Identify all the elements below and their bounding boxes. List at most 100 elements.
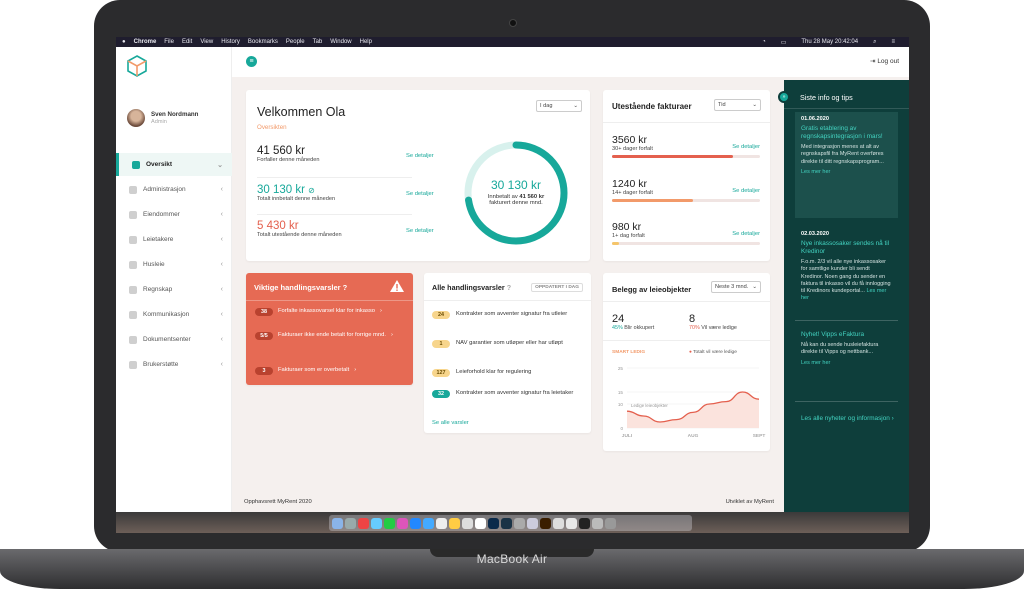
important-title: Viktige handlingsvarsler ? — [254, 283, 347, 292]
vacant-label: Vil være ledige — [701, 325, 737, 331]
clock[interactable]: Thu 28 May 20:42:04 — [801, 39, 858, 46]
preview-icon[interactable] — [527, 517, 538, 529]
updated-tag: OPPDATERT I DAG — [531, 283, 583, 292]
invoices-title: Utestående fakturaer — [612, 102, 692, 111]
invoice-bar — [612, 242, 760, 245]
details-link[interactable]: Se detaljer — [732, 231, 760, 237]
sidebar-item-eiendommer[interactable]: Eiendommer ‹ — [116, 203, 232, 226]
sidebar-item-dokumentsenter[interactable]: Dokumentsenter ‹ — [116, 328, 232, 351]
news-item[interactable]: Nyhet! Vipps eFaktura Nå kan du sende hu… — [795, 324, 898, 371]
see-all-alerts-link[interactable]: Se alle varsler — [432, 420, 469, 426]
myrent-logo-icon[interactable] — [127, 55, 147, 77]
menu-item[interactable]: Edit — [182, 39, 192, 45]
alert-item[interactable]: 1 NAV garantier som utløper eller har utl… — [432, 340, 583, 348]
due-label: Forfaller denne måneden — [257, 157, 320, 163]
image-capture-icon[interactable] — [553, 517, 564, 529]
help-icon[interactable]: ? — [343, 283, 348, 292]
trash-icon[interactable] — [605, 517, 616, 529]
alert-item-text: Kontrakter som avventer signatur fra lei… — [456, 390, 574, 396]
folder-icon[interactable] — [566, 517, 577, 529]
sidebar-item-leietakere[interactable]: Leietakere ‹ — [116, 228, 232, 251]
calendar-icon[interactable] — [436, 517, 447, 529]
menu-item[interactable]: People — [286, 39, 305, 45]
finder-icon[interactable] — [332, 517, 343, 529]
developer-credit: Utviklet av MyRent — [725, 499, 774, 505]
sidebar-item-kommunikasjon[interactable]: Kommunikasjon ‹ — [116, 303, 232, 326]
period-select[interactable]: I dag ⌄ — [536, 100, 582, 112]
sidebar-item-regnskap[interactable]: Regnskap ‹ — [116, 278, 232, 301]
menu-item[interactable]: Help — [360, 39, 372, 45]
safari-icon[interactable] — [371, 517, 382, 529]
menu-item[interactable]: View — [200, 39, 213, 45]
spotify-icon[interactable] — [384, 517, 395, 529]
messenger-icon[interactable] — [410, 517, 421, 529]
launchpad-icon[interactable] — [345, 517, 356, 529]
important-alerts-card: Viktige handlingsvarsler ? 38 Forfalte in… — [246, 273, 413, 385]
details-link[interactable]: Se detaljer — [406, 153, 434, 159]
system-preferences-icon[interactable] — [514, 517, 525, 529]
sidebar-item-brukerstotte[interactable]: Brukerstøtte ‹ — [116, 353, 232, 376]
menu-item[interactable]: Bookmarks — [248, 39, 278, 45]
collapse-panel-icon[interactable]: » — [778, 91, 790, 103]
time-select[interactable]: Tid ⌄ — [714, 99, 761, 111]
important-item[interactable]: 5/5 Fakturaer ikke ende betalt for forrig… — [255, 332, 405, 340]
period-select-value: I dag — [540, 103, 553, 109]
messages-icon[interactable] — [423, 517, 434, 529]
read-more-link[interactable]: Les mer her — [801, 360, 892, 367]
menu-list-icon[interactable]: ≡ — [891, 39, 895, 46]
chrome-icon[interactable] — [358, 517, 369, 529]
menu-item[interactable]: Window — [330, 39, 351, 45]
chevron-left-icon: ‹ — [220, 261, 223, 268]
details-link[interactable]: Se detaljer — [406, 191, 434, 197]
apple-icon[interactable]: ● — [122, 39, 126, 45]
admin-icon — [129, 185, 137, 194]
logout-button[interactable]: ⇥ Log out — [870, 57, 899, 65]
divider — [784, 108, 909, 109]
notes-icon[interactable] — [449, 517, 460, 529]
terminal-icon[interactable] — [579, 517, 590, 529]
chart-label: SMART LEDIG — [612, 350, 646, 355]
read-more-link[interactable]: Les mer her — [801, 169, 892, 176]
menu-item[interactable]: File — [164, 39, 174, 45]
photos-icon[interactable] — [475, 517, 486, 529]
wifi-icon[interactable]: ◔ — [762, 39, 766, 46]
menu-app[interactable]: Chrome — [134, 39, 157, 45]
all-alerts-title-text: Alle handlingsvarsler — [432, 283, 505, 292]
user-profile[interactable]: Sven Nordmann Admin — [127, 109, 198, 127]
details-link[interactable]: Se detaljer — [732, 188, 760, 194]
hamburger-menu-icon[interactable]: ≡ — [246, 56, 257, 67]
invoice-bar-fill — [612, 199, 694, 202]
alert-item[interactable]: 24 Kontrakter som avventer signatur fra u… — [432, 311, 583, 319]
important-item[interactable]: 3 Fakturaer som er overbetalt › — [255, 367, 356, 375]
logout-label: Log out — [877, 58, 899, 65]
slack-icon[interactable] — [397, 517, 408, 529]
sidebar-item-oversikt[interactable]: Oversikt ⌄ — [116, 153, 232, 176]
alert-item[interactable]: 32 Kontrakter som avventer signatur fra l… — [432, 390, 583, 398]
time-select-value: Tid — [718, 102, 726, 108]
reminders-icon[interactable] — [462, 517, 473, 529]
menu-item[interactable]: Tab — [313, 39, 323, 45]
news-date: 01.06.2020 — [801, 116, 829, 122]
search-icon[interactable]: ⌕ — [873, 39, 876, 46]
help-icon[interactable]: ? — [507, 283, 511, 292]
news-item[interactable]: 02.03.2020 Nye inkassosaker sendes nå ti… — [795, 227, 898, 307]
menu-item[interactable]: History — [221, 39, 240, 45]
important-item[interactable]: 38 Forfalte inkassovarsel klar for inkass… — [255, 308, 382, 316]
range-select[interactable]: Neste 3 mnd. ⌄ — [711, 281, 761, 293]
ledger-icon — [129, 285, 137, 294]
photoshop-icon[interactable] — [488, 517, 499, 529]
invoice-bar — [612, 199, 760, 202]
gear-icon — [129, 360, 137, 369]
details-link[interactable]: Se detaljer — [732, 144, 760, 150]
news-item[interactable]: 01.06.2020 Gratis etablering av regnskap… — [795, 112, 898, 218]
alert-item[interactable]: 127 Leieforhold klar for regulering — [432, 369, 583, 377]
sidebar-item-husleie[interactable]: Husleie ‹ — [116, 253, 232, 276]
all-news-link[interactable]: Les alle nyheter og informasjon › — [801, 414, 897, 423]
details-link[interactable]: Se detaljer — [406, 228, 434, 234]
battery-icon[interactable]: ▭ — [781, 39, 787, 46]
lightroom-icon[interactable] — [501, 517, 512, 529]
downloads-icon[interactable] — [592, 517, 603, 529]
donut-line2: fakturert denne mnd. — [489, 200, 543, 206]
sidebar-item-administrasjon[interactable]: Administrasjon ‹ — [116, 178, 232, 201]
illustrator-icon[interactable] — [540, 517, 551, 529]
